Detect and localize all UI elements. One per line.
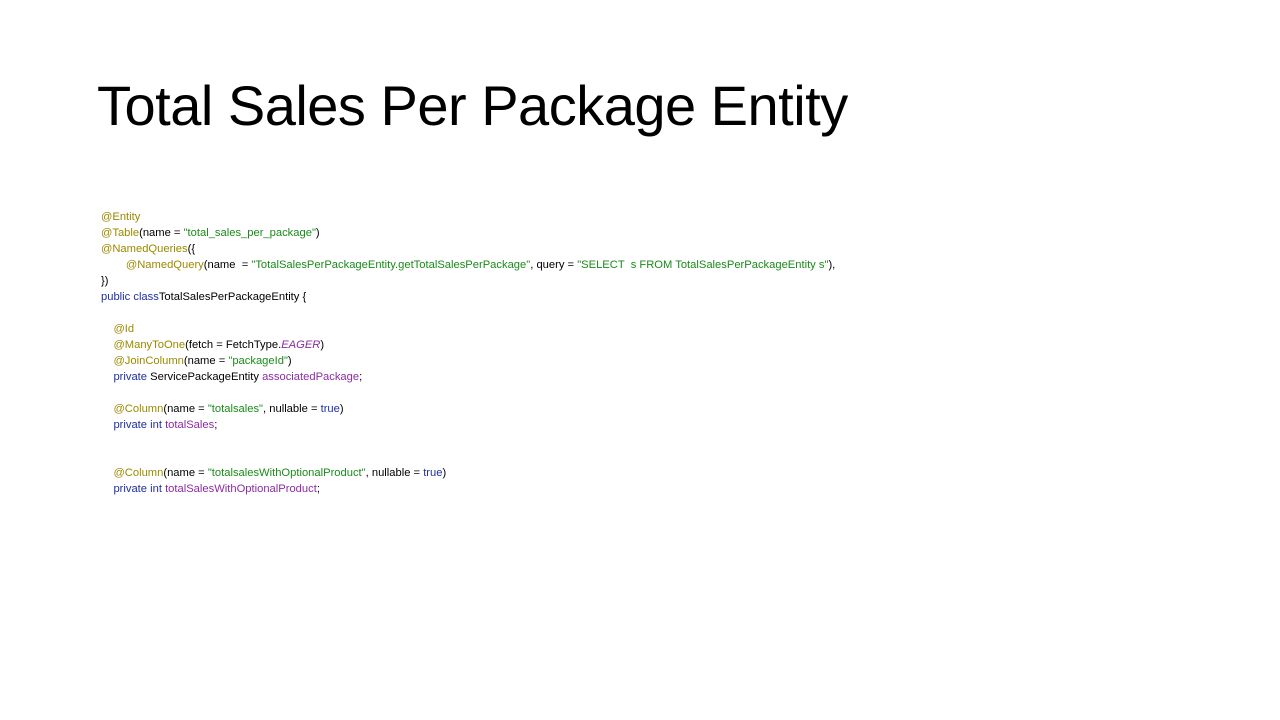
code-token-plain: , nullable = xyxy=(263,403,321,415)
code-token-plain: TotalSalesPerPackageEntity { xyxy=(158,291,307,303)
code-token-string: "totalsales" xyxy=(207,403,264,415)
code-token-plain: ServicePackageEntity xyxy=(147,371,263,383)
code-line: @NamedQueries({ xyxy=(101,241,835,257)
code-token-plain: (fetch = FetchType. xyxy=(185,339,282,351)
code-token-keyword: class xyxy=(133,291,159,303)
code-token-plain: (name = xyxy=(163,467,208,479)
code-token-annotation: @NamedQuery xyxy=(125,259,204,271)
code-line: }) xyxy=(101,273,835,289)
code-token-keyword: int xyxy=(150,419,162,431)
code-token-plain: ; xyxy=(316,483,320,495)
code-token-plain: }) xyxy=(101,275,109,287)
code-token-plain: ; xyxy=(359,371,363,383)
code-token-plain: ) xyxy=(320,339,325,351)
code-token-annotation: @ManyToOne xyxy=(113,339,186,351)
code-token-plain: (name = xyxy=(163,403,208,415)
code-line: @Column(name = "totalsalesWithOptionalPr… xyxy=(101,465,835,481)
code-token-field: totalSales xyxy=(165,419,215,431)
code-token-plain: ; xyxy=(214,419,218,431)
code-line: @JoinColumn(name = "packageId") xyxy=(101,353,835,369)
code-token-keyword: private xyxy=(113,483,148,495)
code-line: @ManyToOne(fetch = FetchType.EAGER) xyxy=(101,337,835,353)
code-token-plain: , nullable = xyxy=(365,467,424,479)
slide-title: Total Sales Per Package Entity xyxy=(97,74,848,137)
code-line: private int totalSalesWithOptionalProduc… xyxy=(101,481,835,497)
code-token-keyword: true xyxy=(423,467,443,479)
code-token-string: "TotalSalesPerPackageEntity.getTotalSale… xyxy=(251,259,531,271)
code-token-annotation: @JoinColumn xyxy=(113,355,184,367)
code-token-field: associatedPackage xyxy=(262,371,360,383)
code-token-italic: EAGER xyxy=(281,339,321,351)
code-line: @Entity xyxy=(101,209,835,225)
code-token-plain: , query = xyxy=(530,259,578,271)
code-token-annotation: @Column xyxy=(113,403,164,415)
code-token-annotation: @Id xyxy=(113,323,135,335)
code-token-plain: ) xyxy=(315,227,320,239)
code-line: @Column(name = "totalsales", nullable = … xyxy=(101,401,835,417)
code-line: public classTotalSalesPerPackageEntity { xyxy=(101,289,835,305)
code-token-plain: ({ xyxy=(187,243,196,255)
code-token-plain: ) xyxy=(287,355,292,367)
code-token-keyword: int xyxy=(150,483,162,495)
code-line: @NamedQuery(name = "TotalSalesPerPackage… xyxy=(101,257,835,273)
code-token-keyword: true xyxy=(320,403,340,415)
code-token-string: "SELECT s FROM TotalSalesPerPackageEntit… xyxy=(577,259,829,271)
code-token-plain: ) xyxy=(339,403,344,415)
code-token-plain: (name = xyxy=(183,355,229,367)
code-token-string: "totalsalesWithOptionalProduct" xyxy=(207,467,366,479)
code-token-annotation: @NamedQueries xyxy=(101,243,188,255)
code-token-annotation: @Column xyxy=(113,467,164,479)
code-token-keyword: private xyxy=(113,371,148,383)
code-line: private ServicePackageEntity associatedP… xyxy=(101,369,835,385)
code-token-plain: ), xyxy=(828,259,836,271)
code-token-keyword: public xyxy=(101,291,131,303)
code-line: @Table(name = "total_sales_per_package") xyxy=(101,225,835,241)
code-token-string: "packageId" xyxy=(228,355,288,367)
code-token-field: totalSalesWithOptionalProduct xyxy=(165,483,317,495)
code-token-annotation: @Table xyxy=(101,227,140,239)
code-block: @Entity @Table(name = "total_sales_per_pa… xyxy=(101,209,835,497)
code-token-string: "total_sales_per_package" xyxy=(183,227,316,239)
code-token-plain: (name = xyxy=(203,259,252,271)
code-token-annotation: @Entity xyxy=(101,211,141,223)
code-token-plain: ) xyxy=(442,467,447,479)
code-token-plain: (name = xyxy=(139,227,184,239)
code-line: private int totalSales; xyxy=(101,417,835,433)
code-token-keyword: private xyxy=(113,419,148,431)
code-line: @Id xyxy=(101,321,835,337)
